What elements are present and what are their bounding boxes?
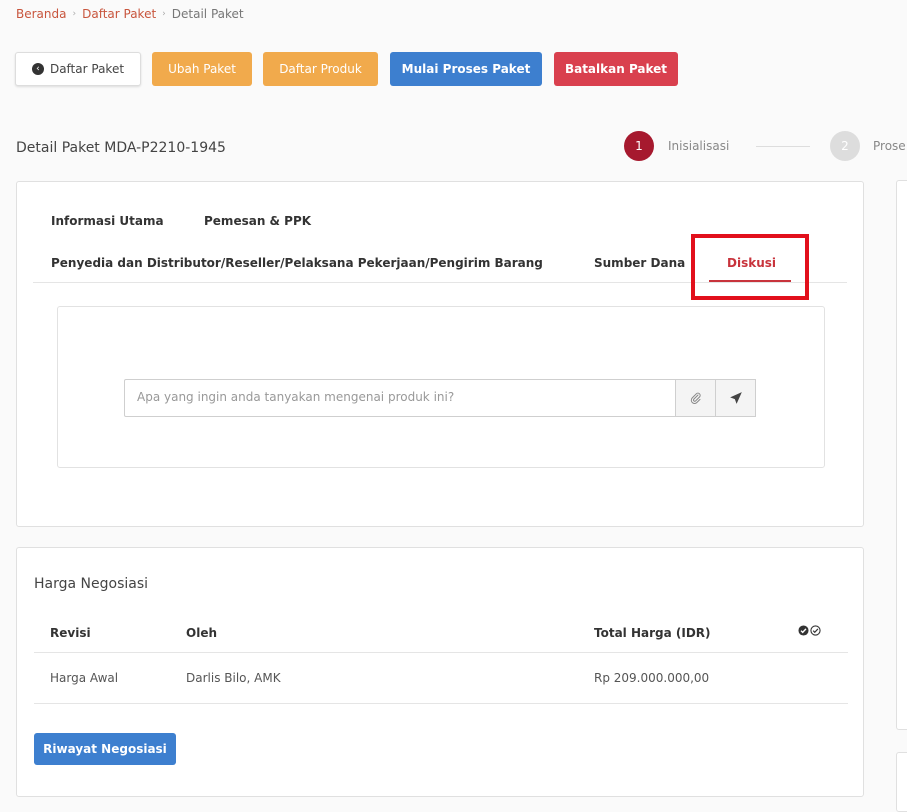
step-2-label: Prose: [873, 139, 906, 153]
column-header-revision: Revisi: [50, 626, 91, 640]
step-2-indicator: 2: [830, 131, 860, 161]
cell-revision: Harga Awal: [50, 671, 119, 685]
check-circle-outline-icon: [810, 625, 821, 636]
discussion-panel: [57, 306, 825, 468]
send-button[interactable]: [715, 379, 756, 417]
highlight-box: [691, 234, 809, 300]
back-button-label: Daftar Paket: [49, 62, 125, 76]
breadcrumb-current: Detail Paket: [171, 7, 244, 21]
breadcrumb-home[interactable]: Beranda: [16, 7, 66, 21]
page-title: Detail Paket MDA-P2210-1945: [16, 140, 226, 156]
tab-funding-source[interactable]: Sumber Dana: [594, 256, 685, 270]
cell-by: Darlis Bilo, AMK: [186, 671, 281, 685]
table-header-divider: [34, 652, 848, 653]
breadcrumb: Beranda › Daftar Paket › Detail Paket: [16, 7, 244, 21]
breadcrumb-package-list[interactable]: Daftar Paket: [82, 7, 156, 21]
stepper-connector: [756, 146, 810, 147]
tab-orderer-ppk[interactable]: Pemesan & PPK: [204, 214, 311, 228]
product-list-button[interactable]: Daftar Produk: [263, 52, 378, 86]
column-header-total-price: Total Harga (IDR): [594, 626, 711, 640]
paper-plane-icon: [729, 392, 742, 404]
package-detail-card: Informasi Utama Pemesan & PPK Penyedia d…: [16, 181, 864, 527]
breadcrumb-separator-icon: ›: [72, 9, 77, 19]
table-row-divider: [34, 703, 848, 704]
column-header-by: Oleh: [186, 626, 217, 640]
question-input[interactable]: [124, 379, 676, 417]
arrow-left-circle-icon: ‹: [31, 63, 44, 75]
back-to-package-list-button[interactable]: ‹ Daftar Paket: [15, 52, 141, 86]
start-package-process-button[interactable]: Mulai Proses Paket: [390, 52, 542, 86]
tab-main-information[interactable]: Informasi Utama: [51, 214, 164, 228]
breadcrumb-separator-icon: ›: [162, 9, 166, 19]
tab-provider-distributor[interactable]: Penyedia dan Distributor/Reseller/Pelaks…: [51, 256, 543, 270]
step-1-indicator: 1: [624, 131, 654, 161]
negotiation-history-button[interactable]: Riwayat Negosiasi: [34, 733, 176, 765]
approval-status-header: [798, 625, 821, 636]
cancel-package-button[interactable]: Batalkan Paket: [554, 52, 678, 86]
step-1-label: Inisialisasi: [668, 139, 730, 153]
side-card: [896, 180, 907, 730]
cell-total-price: Rp 209.000.000,00: [594, 671, 710, 685]
check-circle-filled-icon: [798, 625, 809, 636]
side-card-secondary: [896, 752, 907, 812]
paperclip-icon: [690, 392, 701, 404]
section-title: Harga Negosiasi: [34, 576, 149, 592]
edit-package-button[interactable]: Ubah Paket: [152, 52, 252, 86]
attach-button[interactable]: [675, 379, 716, 417]
price-negotiation-card: Harga Negosiasi Revisi Oleh Total Harga …: [16, 547, 864, 797]
